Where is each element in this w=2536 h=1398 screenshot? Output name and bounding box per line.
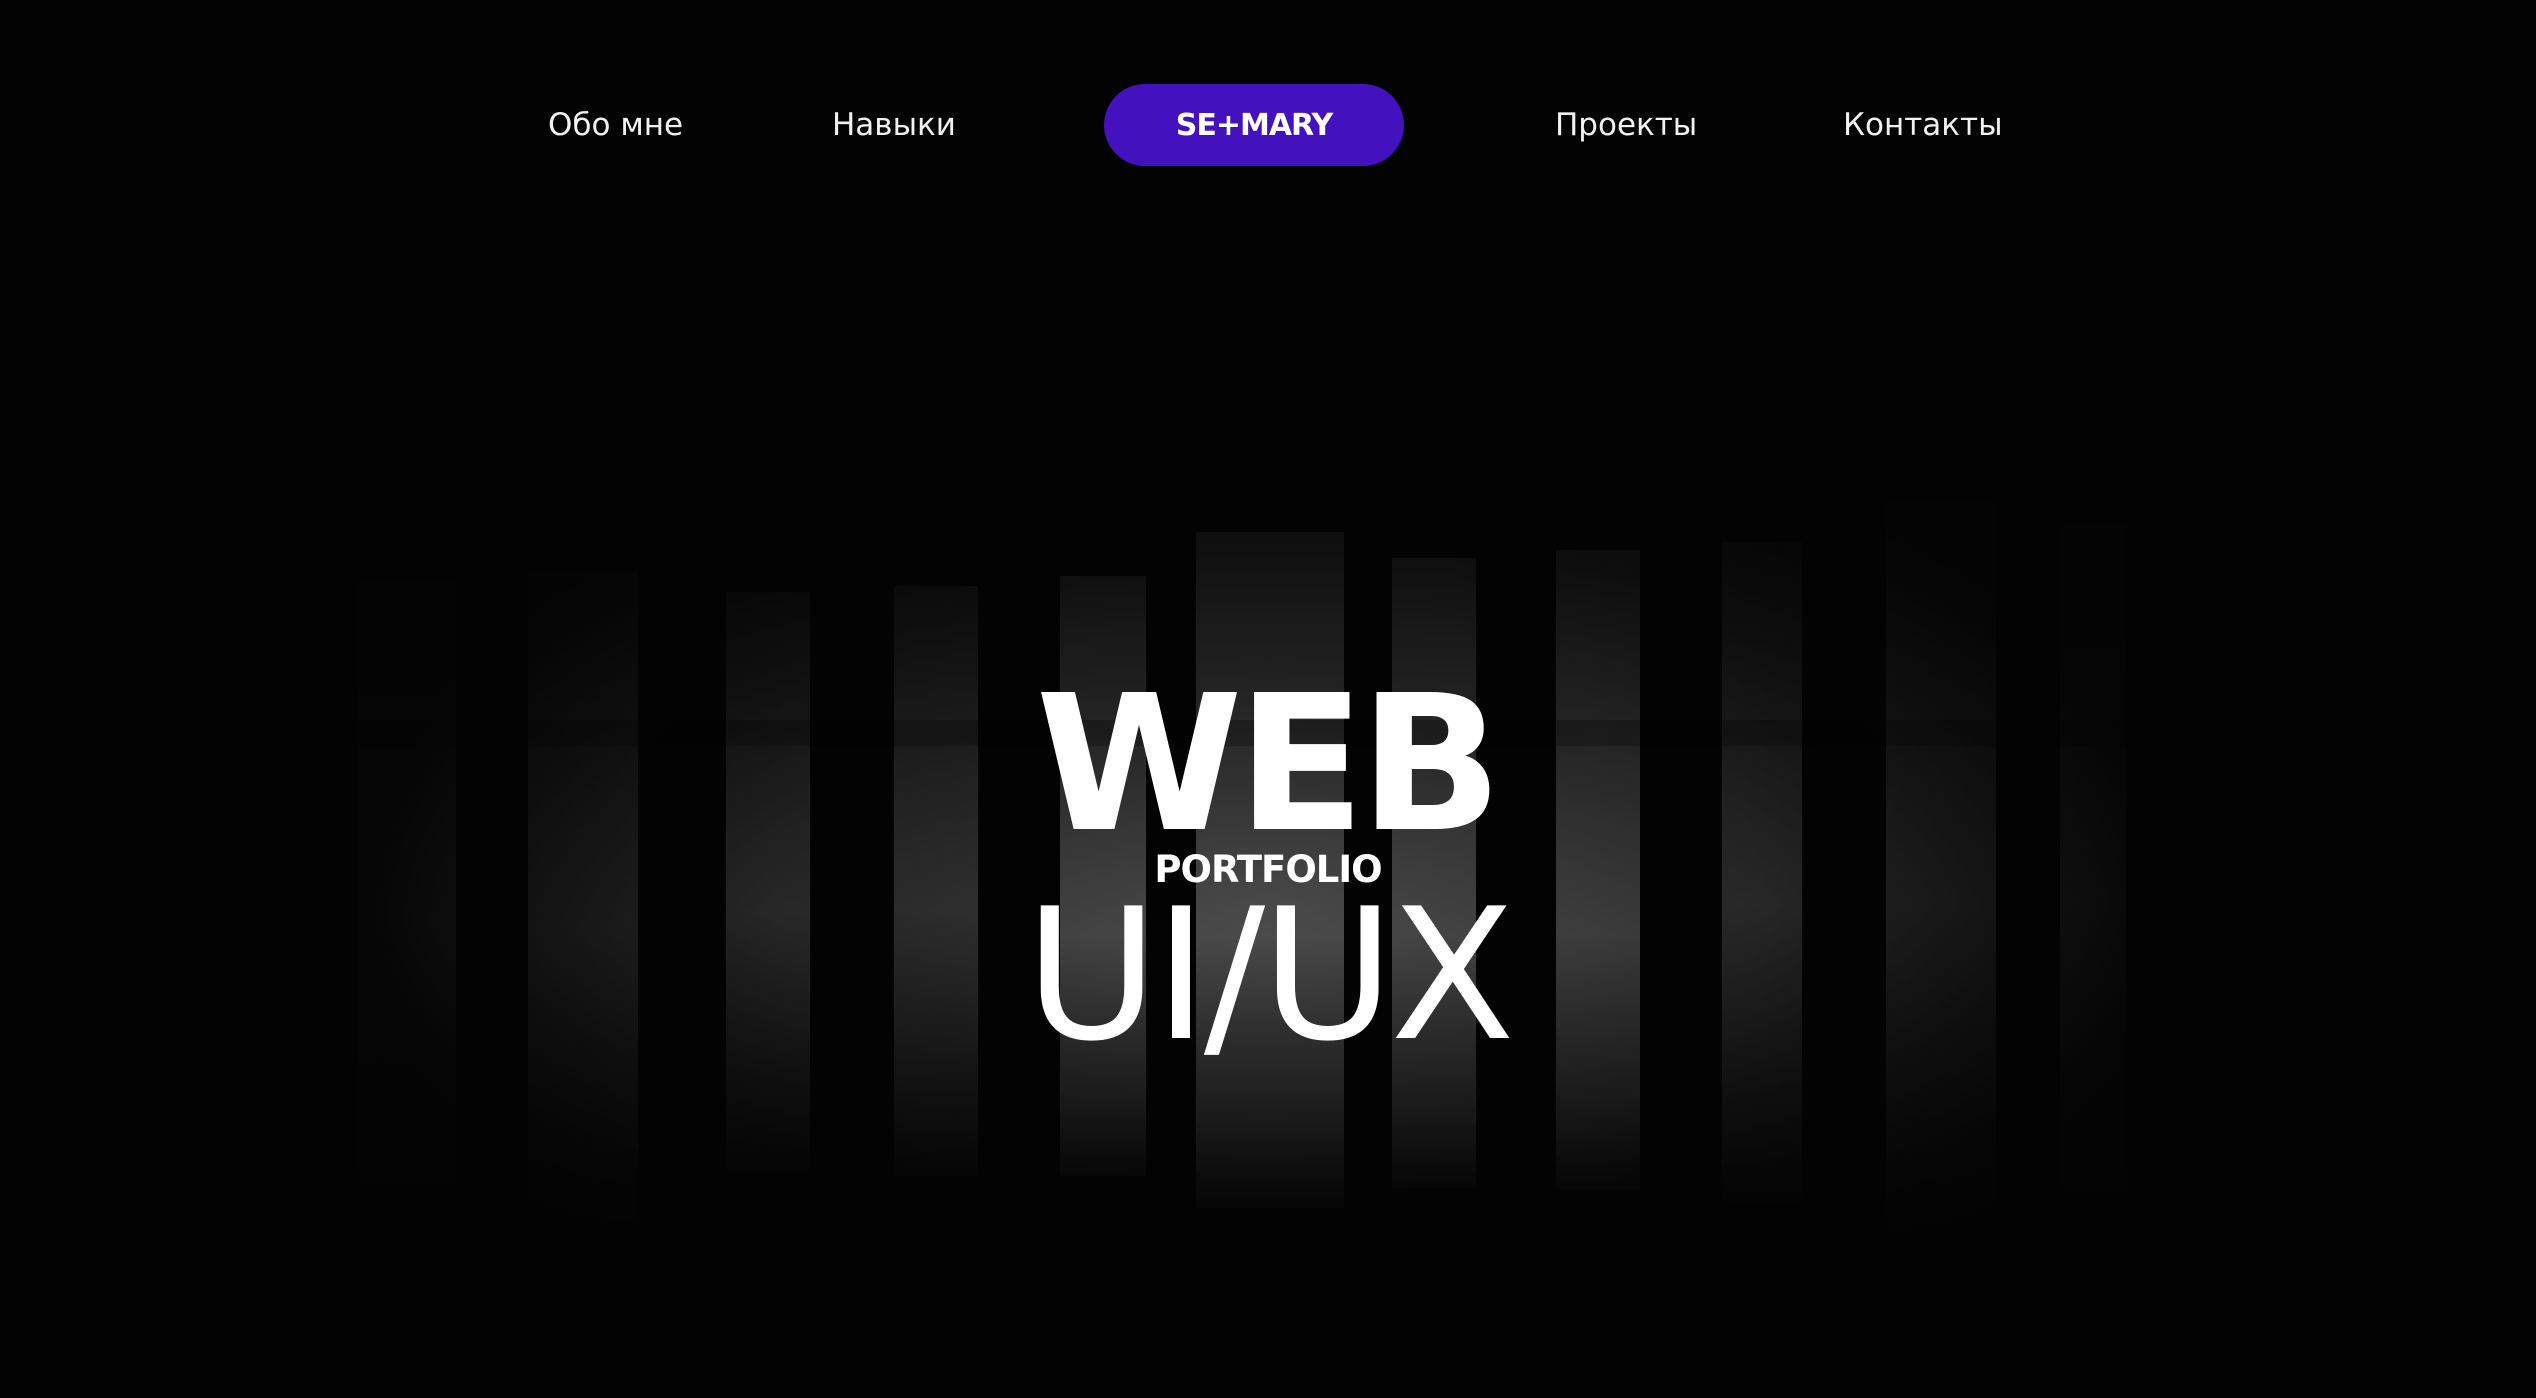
hero-title-web: WEB — [1035, 655, 1502, 874]
hero-title-uiux: UI/UX — [1024, 869, 1515, 1081]
top-navigation: Обо мне Навыки SE+MARY Проекты Контакты — [0, 0, 2536, 250]
nav-link-contacts[interactable]: Контакты — [1843, 100, 2003, 150]
logo-button[interactable]: SE+MARY — [1104, 84, 1404, 166]
nav-link-projects[interactable]: Проекты — [1555, 100, 1697, 150]
nav-link-about[interactable]: Обо мне — [548, 100, 683, 150]
nav-link-skills[interactable]: Навыки — [832, 100, 956, 150]
logo-text: SE+MARY — [1175, 107, 1333, 143]
